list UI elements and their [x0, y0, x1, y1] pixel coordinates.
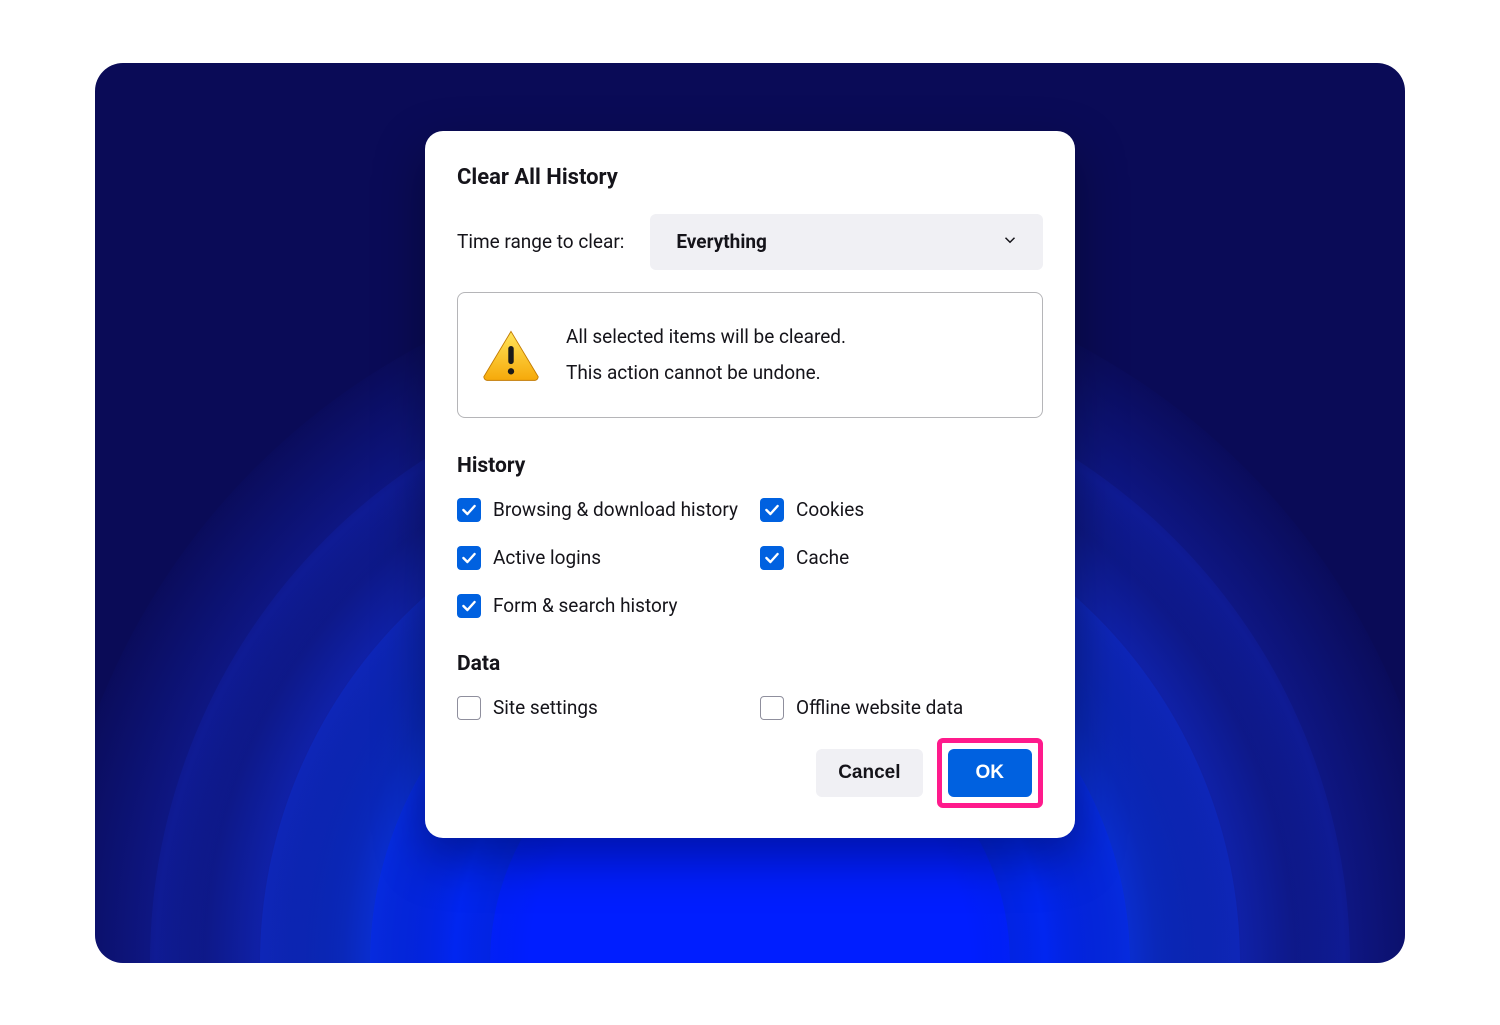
cancel-button[interactable]: Cancel	[816, 749, 922, 797]
label-site-settings: Site settings	[493, 696, 598, 719]
label-cache: Cache	[796, 546, 849, 569]
option-cookies: Cookies	[760, 498, 1043, 522]
checkbox-cache[interactable]	[760, 546, 784, 570]
warning-box: All selected items will be cleared. This…	[457, 292, 1043, 418]
label-browsing-history: Browsing & download history	[493, 498, 738, 521]
dialog-buttons: Cancel OK	[457, 738, 1043, 808]
checkbox-browsing-history[interactable]	[457, 498, 481, 522]
clear-history-dialog: Clear All History Time range to clear: E…	[425, 131, 1075, 838]
ok-button[interactable]: OK	[948, 749, 1033, 797]
data-section-title: Data	[457, 652, 1043, 676]
app-background: Clear All History Time range to clear: E…	[95, 63, 1405, 963]
checkbox-site-settings[interactable]	[457, 696, 481, 720]
chevron-down-icon	[1001, 231, 1019, 253]
checkbox-active-logins[interactable]	[457, 546, 481, 570]
dialog-title: Clear All History	[457, 165, 1043, 190]
time-range-value: Everything	[676, 230, 767, 253]
warning-line-1: All selected items will be cleared.	[566, 319, 846, 355]
warning-icon	[482, 329, 540, 381]
time-range-select[interactable]: Everything	[650, 214, 1043, 270]
ok-highlight: OK	[937, 738, 1044, 808]
option-cache: Cache	[760, 546, 1043, 570]
label-form-search: Form & search history	[493, 594, 677, 617]
warning-text: All selected items will be cleared. This…	[566, 319, 846, 391]
data-options: Site settings Offline website data	[457, 696, 1043, 720]
option-browsing-history: Browsing & download history	[457, 498, 740, 522]
warning-line-2: This action cannot be undone.	[566, 355, 846, 391]
checkbox-form-search[interactable]	[457, 594, 481, 618]
checkbox-cookies[interactable]	[760, 498, 784, 522]
option-site-settings: Site settings	[457, 696, 740, 720]
time-range-label: Time range to clear:	[457, 230, 624, 253]
label-active-logins: Active logins	[493, 546, 601, 569]
label-offline-data: Offline website data	[796, 696, 963, 719]
checkbox-offline-data[interactable]	[760, 696, 784, 720]
history-section-title: History	[457, 454, 1043, 478]
time-range-row: Time range to clear: Everything	[457, 214, 1043, 270]
option-active-logins: Active logins	[457, 546, 740, 570]
history-options: Browsing & download history Cookies Acti…	[457, 498, 1043, 618]
option-form-search: Form & search history	[457, 594, 740, 618]
label-cookies: Cookies	[796, 498, 864, 521]
option-offline-data: Offline website data	[760, 696, 1043, 720]
